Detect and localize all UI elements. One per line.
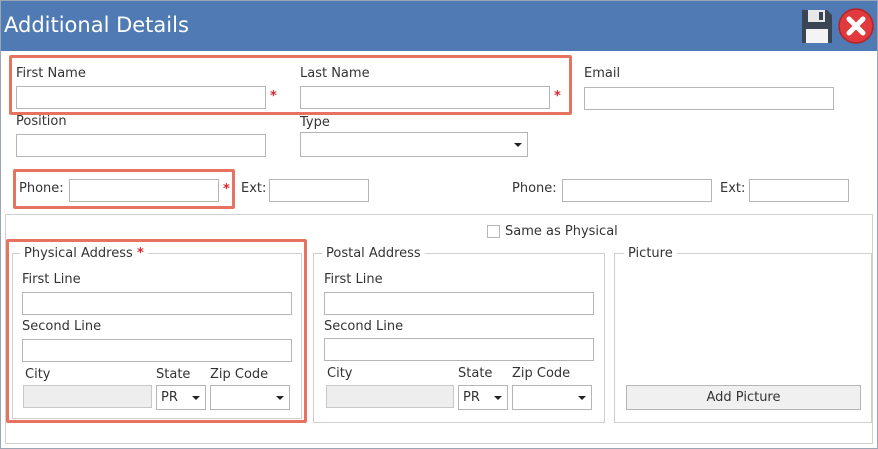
physical-city-label: City [25, 367, 51, 382]
postal-city-label: City [327, 366, 353, 381]
physical-state-label: State [156, 367, 191, 382]
physical-address-legend: Physical Address * [20, 246, 148, 261]
physical-second-line-input[interactable] [22, 339, 292, 362]
physical-state-value: PR [161, 390, 178, 405]
floppy-disk-icon [802, 10, 832, 43]
save-button[interactable] [800, 8, 834, 45]
add-picture-button[interactable]: Add Picture [626, 385, 861, 410]
postal-city-input [326, 385, 454, 408]
picture-legend: Picture [624, 246, 677, 261]
phone2-input[interactable] [562, 179, 712, 202]
first-name-required-marker: * [270, 89, 277, 104]
physical-city-input [23, 385, 152, 408]
close-circle-icon [838, 8, 874, 44]
physical-address-required-marker: * [136, 246, 144, 261]
chevron-down-icon [494, 396, 502, 400]
phone-input[interactable] [69, 179, 219, 202]
phone-label: Phone: [19, 181, 64, 196]
postal-address-legend: Postal Address [322, 246, 425, 261]
first-name-input[interactable] [16, 86, 266, 109]
ext-input[interactable] [269, 179, 369, 202]
chevron-down-icon [192, 396, 200, 400]
ext2-input[interactable] [749, 179, 849, 202]
physical-second-line-label: Second Line [22, 319, 102, 334]
type-label: Type [300, 115, 330, 130]
type-select[interactable] [300, 132, 528, 157]
postal-second-line-input[interactable] [324, 338, 594, 361]
postal-state-select[interactable]: PR [458, 385, 508, 410]
title-bar: Additional Details [1, 1, 877, 51]
postal-first-line-label: First Line [324, 272, 383, 287]
same-as-physical-checkbox[interactable] [487, 225, 500, 238]
postal-second-line-label: Second Line [324, 319, 404, 334]
last-name-required-marker: * [554, 89, 561, 104]
physical-zip-select[interactable] [210, 385, 290, 410]
close-button[interactable] [838, 8, 874, 44]
physical-first-line-input[interactable] [22, 292, 292, 315]
ext-label: Ext: [241, 181, 267, 196]
phone2-label: Phone: [512, 181, 557, 196]
position-label: Position [16, 114, 67, 129]
physical-first-line-label: First Line [22, 272, 81, 287]
postal-first-line-input[interactable] [324, 292, 594, 315]
physical-zip-label: Zip Code [210, 367, 269, 382]
postal-state-value: PR [463, 390, 480, 405]
first-name-label: First Name [16, 66, 86, 81]
last-name-input[interactable] [300, 86, 550, 109]
physical-state-select[interactable]: PR [156, 385, 206, 410]
position-input[interactable] [16, 134, 266, 157]
email-input[interactable] [584, 87, 834, 110]
postal-state-label: State [458, 366, 493, 381]
chevron-down-icon [578, 396, 586, 400]
last-name-label: Last Name [300, 66, 370, 81]
postal-zip-select[interactable] [512, 385, 592, 410]
window-title: Additional Details [4, 13, 189, 37]
email-label: Email [584, 66, 621, 81]
same-as-physical-label[interactable]: Same as Physical [505, 224, 618, 239]
ext2-label: Ext: [720, 181, 746, 196]
chevron-down-icon [276, 396, 284, 400]
phone-required-marker: * [223, 182, 230, 197]
postal-zip-label: Zip Code [512, 366, 571, 381]
chevron-down-icon [514, 143, 522, 147]
